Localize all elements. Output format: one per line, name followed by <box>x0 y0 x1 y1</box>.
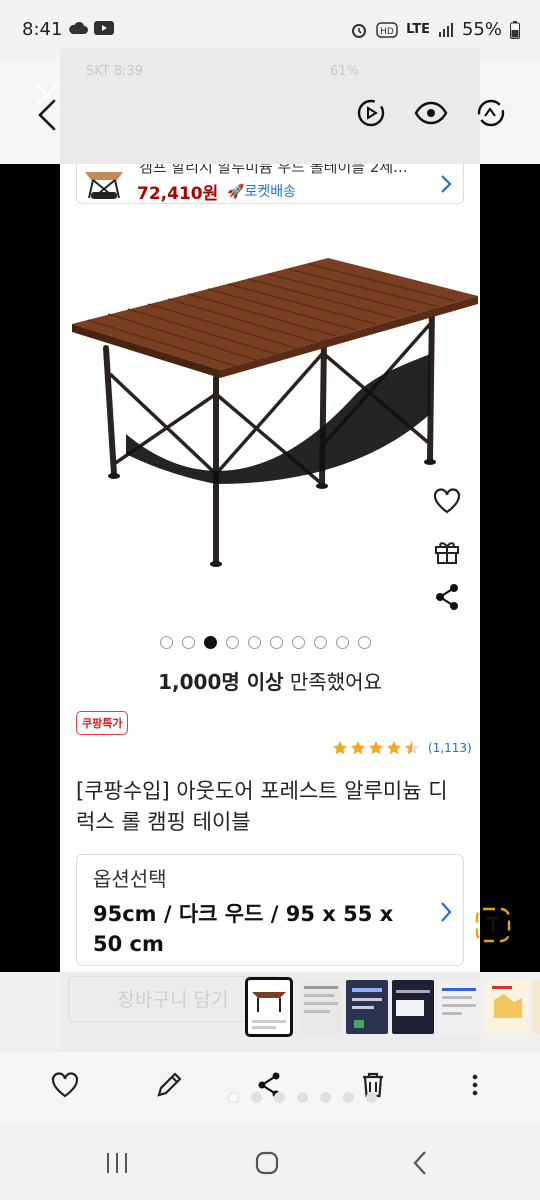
star-icon <box>387 741 401 755</box>
thumb-image <box>438 980 480 1034</box>
special-price-badge: 쿠팡특가 <box>76 711 129 735</box>
filmstrip-thumb[interactable] <box>346 980 388 1034</box>
ghost-battery-text: 61% <box>330 64 359 79</box>
chevron-right-icon <box>441 902 452 922</box>
pager-dot[interactable] <box>182 636 195 649</box>
thumb-image <box>248 980 290 1034</box>
filmstrip-thumb-current[interactable] <box>245 977 293 1037</box>
related-product-card[interactable]: 캠프 할리지 알루미늄 우드 롤테이블 2세... 72,410원 🚀로켓배송 <box>76 164 464 204</box>
home-icon[interactable] <box>252 1148 282 1178</box>
pager-dot[interactable] <box>292 636 305 649</box>
satisfaction-text: 1,000명 이상 만족했어요 <box>60 666 480 695</box>
back-nav-icon[interactable] <box>406 1148 436 1178</box>
network-type: LTE <box>406 22 430 37</box>
rocket-delivery-text: 로켓배송 <box>244 184 296 200</box>
thumb-image <box>486 980 528 1034</box>
pager-dot[interactable] <box>226 636 239 649</box>
svg-text:HD: HD <box>380 27 394 37</box>
option-label: 옵션선택 <box>93 867 167 891</box>
page-dot-active <box>228 1092 239 1103</box>
star-icon <box>369 741 383 755</box>
recent-apps-icon[interactable] <box>102 1148 132 1178</box>
alarm-icon <box>352 23 367 38</box>
favorite-icon[interactable] <box>50 1070 80 1100</box>
satisfaction-rest: 만족했어요 <box>283 670 382 694</box>
page-dot <box>251 1092 262 1103</box>
filmstrip-thumb[interactable] <box>438 980 480 1034</box>
battery-percent: 55% <box>461 19 502 40</box>
text-extract-icon[interactable] <box>474 906 512 944</box>
filmstrip-thumb[interactable] <box>392 980 434 1034</box>
thumb-image <box>392 980 434 1034</box>
share-icon[interactable] <box>432 582 462 612</box>
left-letterbox <box>0 164 60 972</box>
viewer-page-indicator <box>228 1092 377 1103</box>
thumb-image <box>300 980 342 1034</box>
remaster-icon[interactable] <box>474 96 508 130</box>
page-dot <box>274 1092 285 1103</box>
screenshot-content: 캠프 할리지 알루미늄 우드 롤테이블 2세... 72,410원 🚀로켓배송 <box>60 164 480 972</box>
signal-icon <box>438 22 453 37</box>
pager-dot[interactable] <box>270 636 283 649</box>
youtube-icon <box>94 21 114 35</box>
related-product-price: 72,410원 <box>137 184 219 204</box>
star-icon <box>351 741 365 755</box>
review-count[interactable]: (1,113) <box>428 741 472 755</box>
pager-dot[interactable] <box>358 636 371 649</box>
ghost-carrier-text: SKT 8:39 <box>86 64 144 79</box>
pager-dot[interactable] <box>336 636 349 649</box>
pager-dot[interactable] <box>314 636 327 649</box>
motion-photo-icon[interactable] <box>354 96 388 130</box>
product-title: [쿠팡수입] 아웃도어 포레스트 알루미늄 디럭스 롤 캠핑 테이블 <box>76 779 448 834</box>
right-letterbox <box>480 164 540 972</box>
page-dot <box>320 1092 331 1103</box>
eye-icon[interactable] <box>414 96 448 130</box>
status-left-icons <box>68 21 114 35</box>
rocket-icon: 🚀 <box>227 184 245 200</box>
thumb-image <box>532 980 540 1034</box>
ghost-cart-button: 장바구니 담기 <box>68 976 278 1022</box>
star-icon <box>405 741 419 755</box>
pager-dot[interactable] <box>160 636 173 649</box>
option-value: 95cm / 다크 우드 / 95 x 55 x 50 cm <box>93 902 394 956</box>
product-image[interactable] <box>66 244 478 584</box>
page-dot <box>343 1092 354 1103</box>
cloud-icon <box>69 21 88 34</box>
related-product-thumbnail <box>85 172 123 199</box>
battery-icon <box>510 20 520 39</box>
more-icon[interactable] <box>460 1070 490 1100</box>
hd-icon: HD <box>376 21 398 38</box>
rating-stars <box>332 740 420 756</box>
filmstrip-thumb[interactable] <box>300 980 342 1034</box>
option-select[interactable]: 옵션선택 95cm / 다크 우드 / 95 x 55 x 50 cm <box>76 854 464 966</box>
page-dot <box>297 1092 308 1103</box>
related-product-title: 캠프 할리지 알루미늄 우드 롤테이블 2세... <box>139 164 408 176</box>
satisfaction-count: 1,000명 이상 <box>158 670 284 694</box>
pager-dot[interactable] <box>248 636 261 649</box>
status-time: 8:41 <box>22 19 63 40</box>
heart-icon[interactable] <box>432 486 462 516</box>
pager-dot-active[interactable] <box>204 636 217 649</box>
status-right-icons: HD LTE 55% <box>350 19 520 40</box>
filmstrip-thumb[interactable] <box>532 980 540 1034</box>
star-icon <box>333 741 347 755</box>
page-dot <box>366 1092 377 1103</box>
gift-icon[interactable] <box>432 536 462 566</box>
edit-icon[interactable] <box>154 1070 184 1100</box>
rocket-delivery-label: 🚀로켓배송 <box>227 181 296 201</box>
back-icon[interactable] <box>34 98 62 132</box>
chevron-right-icon <box>441 175 452 193</box>
image-pager-dots <box>160 636 371 649</box>
filmstrip-thumb[interactable] <box>486 980 528 1034</box>
rating[interactable]: (1,113) <box>332 740 472 756</box>
thumb-image <box>346 980 388 1034</box>
